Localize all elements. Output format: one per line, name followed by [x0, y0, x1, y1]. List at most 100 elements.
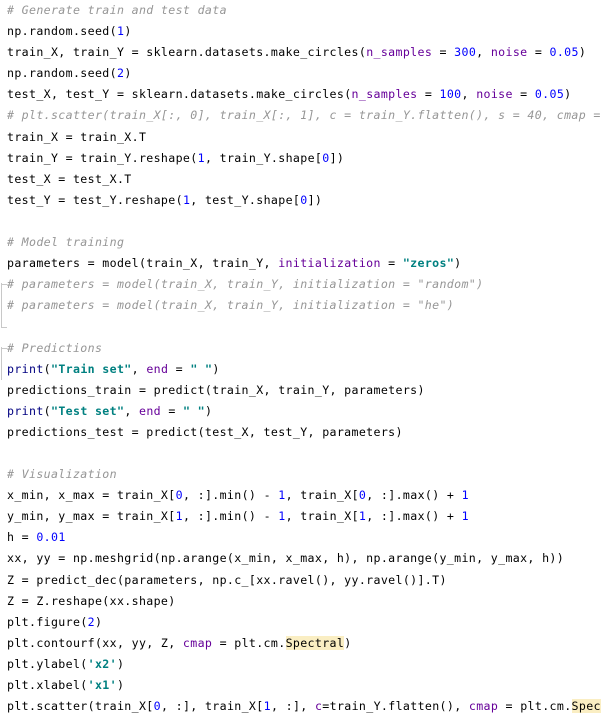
code-line[interactable]: Z = Z.reshape(xx.shape)	[0, 591, 601, 612]
code-token: 2	[87, 614, 95, 629]
code-token: Z = Z.reshape(xx.shape)	[7, 593, 176, 608]
code-line[interactable]: plt.scatter(train_X[0, :], train_X[1, :]…	[0, 696, 601, 717]
code-token: # Visualization	[7, 467, 117, 482]
code-token: 0	[322, 150, 330, 165]
code-token: (	[43, 361, 51, 376]
code-token: Z = predict_dec(parameters, np.c_[xx.rav…	[7, 572, 447, 587]
code-token: h =	[7, 530, 37, 545]
fold-marker-icon[interactable]	[0, 295, 7, 317]
code-line[interactable]: predictions_train = predict(train_X, tra…	[0, 380, 601, 401]
code-line[interactable]: print("Train set", end = " ")	[0, 358, 601, 380]
code-token: )	[578, 45, 587, 60]
code-line[interactable]	[0, 316, 601, 337]
code-line[interactable]: xx, yy = np.meshgrid(np.arange(x_min, x_…	[0, 548, 601, 569]
code-token: 0	[300, 192, 308, 207]
code-token: "Train set"	[51, 361, 132, 376]
code-token: 'x2'	[87, 656, 117, 671]
code-line[interactable]: test_X, test_Y = sklearn.datasets.make_c…	[0, 84, 601, 105]
code-token: end	[138, 403, 161, 418]
code-line[interactable]: # plt.scatter(train_X[:, 0], train_X[:, …	[0, 105, 601, 126]
code-line[interactable]: y_min, y_max = train_X[1, :].min() - 1, …	[0, 506, 601, 527]
fold-marker-icon[interactable]	[0, 274, 7, 296]
code-line[interactable]	[0, 211, 601, 232]
code-token: train_X, train_Y = sklearn.datasets.make…	[7, 45, 359, 60]
code-token: )	[95, 614, 103, 629]
code-token: plt.figure	[7, 614, 81, 629]
code-token: (	[344, 87, 352, 102]
code-token: x_min, x_max = train_X	[7, 488, 169, 503]
code-line[interactable]: print("Test set", end = " ")	[0, 401, 601, 422]
code-token: cmap	[468, 699, 499, 714]
fold-marker-icon[interactable]	[0, 358, 7, 380]
code-line[interactable]: test_Y = test_Y.reshape(1, test_Y.shape[…	[0, 190, 601, 211]
code-editor[interactable]: # Generate train and test data np.random.…	[0, 0, 601, 714]
code-token: noise	[490, 45, 528, 60]
code-token: plt.xlabel(	[7, 678, 88, 692]
code-token: 0.05	[549, 45, 579, 60]
code-line[interactable]: predictions_test = predict(test_X, test_…	[0, 422, 601, 443]
code-line[interactable]: np.random.seed(1)	[0, 21, 601, 42]
code-token: " "	[190, 361, 213, 376]
code-token: predictions_train = predict(train_X, tra…	[7, 382, 425, 397]
code-line[interactable]: np.random.seed(2)	[0, 63, 601, 84]
code-token: , :],	[270, 699, 315, 714]
code-line[interactable]: # Predictions	[0, 338, 601, 359]
code-token: np.random.seed	[7, 66, 110, 81]
code-token: )	[344, 635, 352, 650]
code-token: )	[454, 256, 462, 271]
code-token: n_samples	[351, 87, 418, 102]
code-line[interactable]: # parameters = model(train_X, train_Y, i…	[0, 274, 601, 296]
code-line[interactable]: test_X = test_X.T	[0, 169, 601, 190]
code-token: )	[116, 656, 125, 671]
code-token: plt.scatter(train_X	[7, 699, 147, 714]
code-line[interactable]: train_X = train_X.T	[0, 127, 601, 148]
code-token: 0.05	[534, 87, 565, 102]
code-line[interactable]: plt.figure(2)	[0, 612, 601, 633]
code-token: =	[527, 45, 550, 60]
code-line[interactable]: train_X, train_Y = sklearn.datasets.make…	[0, 42, 601, 63]
code-token: xx, yy = np.meshgrid(np.arange(x_min, x_…	[7, 551, 565, 566]
code-token: # Predictions	[7, 340, 103, 355]
code-token: parameters = model(train_X, train_Y,	[7, 256, 279, 271]
fold-marker-vertical	[1, 358, 2, 380]
code-token: , test_Y.shape	[190, 192, 293, 207]
code-token: = plt.cm.	[212, 635, 286, 650]
code-line[interactable]: # parameters = model(train_X, train_Y, i…	[0, 295, 601, 317]
code-token: = plt.cm.	[498, 699, 572, 714]
fold-marker-icon[interactable]	[0, 338, 7, 359]
code-line[interactable]: # Visualization	[0, 464, 601, 485]
code-token: ,	[461, 87, 477, 102]
code-line[interactable]: Z = predict_dec(parameters, np.c_[xx.rav…	[0, 570, 601, 591]
code-line[interactable]: h = 0.01	[0, 527, 601, 548]
code-token: (	[80, 614, 88, 629]
code-line[interactable]: # Generate train and test data	[0, 0, 601, 21]
fold-marker-icon[interactable]	[0, 316, 7, 337]
code-token: # plt.scatter(train_X[:, 0], train_X[:, …	[7, 108, 601, 123]
fold-marker-vertical	[1, 295, 2, 317]
code-token: # parameters = model(train_X, train_Y, i…	[7, 298, 455, 313]
code-token: ,	[131, 361, 147, 376]
code-token: (	[109, 24, 117, 39]
code-token: 0.01	[36, 530, 66, 545]
code-token: np.random.seed	[7, 24, 110, 39]
code-token: 0	[153, 699, 161, 714]
code-token: )	[212, 361, 220, 376]
code-token: [	[146, 699, 154, 714]
code-line[interactable]: train_Y = train_Y.reshape(1, train_Y.sha…	[0, 148, 601, 169]
code-line[interactable]: plt.ylabel('x2')	[0, 654, 601, 675]
code-token: [	[256, 699, 264, 714]
code-line[interactable]: x_min, x_max = train_X[0, :].min() - 1, …	[0, 485, 601, 506]
code-token: 1	[263, 699, 271, 714]
code-token: 100	[439, 87, 462, 102]
code-token: =	[432, 45, 455, 60]
code-token: Spectral	[571, 699, 601, 714]
code-token: initialization	[278, 256, 381, 271]
code-line[interactable]: # Model training	[0, 232, 601, 253]
code-line[interactable]	[0, 443, 601, 464]
code-text-area[interactable]: # Generate train and test data np.random.…	[0, 0, 601, 714]
code-line[interactable]: plt.xlabel('x1')	[0, 675, 601, 696]
code-line[interactable]: parameters = model(train_X, train_Y, ini…	[0, 253, 601, 274]
